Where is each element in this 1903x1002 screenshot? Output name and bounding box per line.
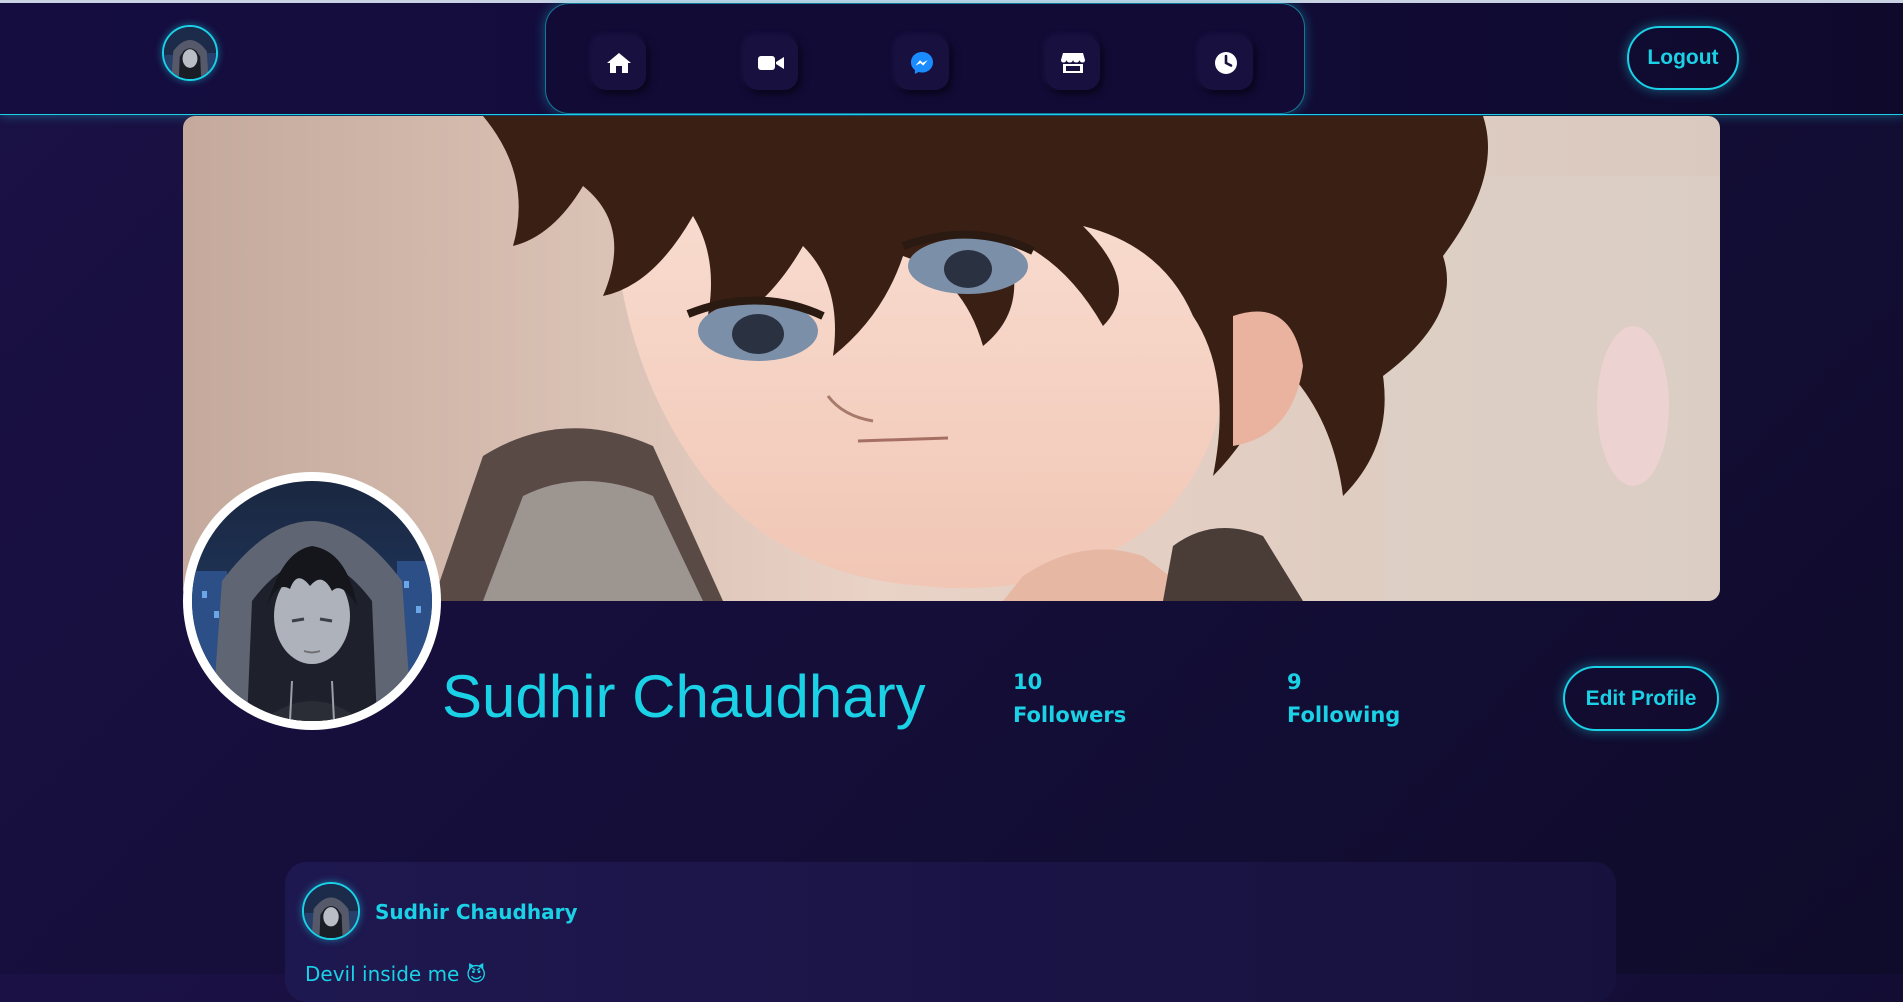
post-text: Devil inside me 😈	[305, 962, 487, 986]
nav-messenger-button[interactable]	[895, 36, 949, 90]
post-card: Sudhir Chaudhary Devil inside me 😈	[285, 862, 1616, 1002]
followers-stat[interactable]: 10 Followers	[1013, 666, 1126, 732]
nav-memories-button[interactable]	[1199, 36, 1253, 90]
home-icon	[607, 53, 631, 73]
following-count: 9	[1287, 670, 1302, 694]
following-stat[interactable]: 9 Following	[1287, 666, 1400, 732]
post-author-name[interactable]: Sudhir Chaudhary	[375, 900, 577, 924]
logout-button[interactable]: Logout	[1627, 26, 1739, 90]
hooded-figure-profile-image	[192, 481, 432, 721]
clock-icon	[1215, 52, 1237, 74]
store-icon	[1061, 53, 1085, 73]
profile-name: Sudhir Chaudhary	[442, 663, 926, 730]
edit-profile-button[interactable]: Edit Profile	[1563, 666, 1719, 731]
post-author-avatar[interactable]	[302, 882, 360, 940]
messenger-icon	[911, 52, 933, 74]
following-label: Following	[1287, 703, 1401, 727]
header-avatar[interactable]	[162, 25, 218, 81]
nav-home-button[interactable]	[592, 36, 646, 90]
hooded-figure-avatar-image	[304, 884, 358, 938]
top-navbar: Logout	[0, 0, 1903, 115]
nav-icon-bar	[545, 3, 1305, 114]
nav-video-button[interactable]	[744, 36, 798, 90]
profile-avatar[interactable]	[183, 472, 441, 730]
followers-label: Followers	[1013, 703, 1127, 727]
video-icon	[758, 56, 784, 70]
nav-marketplace-button[interactable]	[1046, 36, 1100, 90]
hooded-figure-avatar-image	[164, 27, 216, 79]
followers-count: 10	[1013, 670, 1043, 694]
